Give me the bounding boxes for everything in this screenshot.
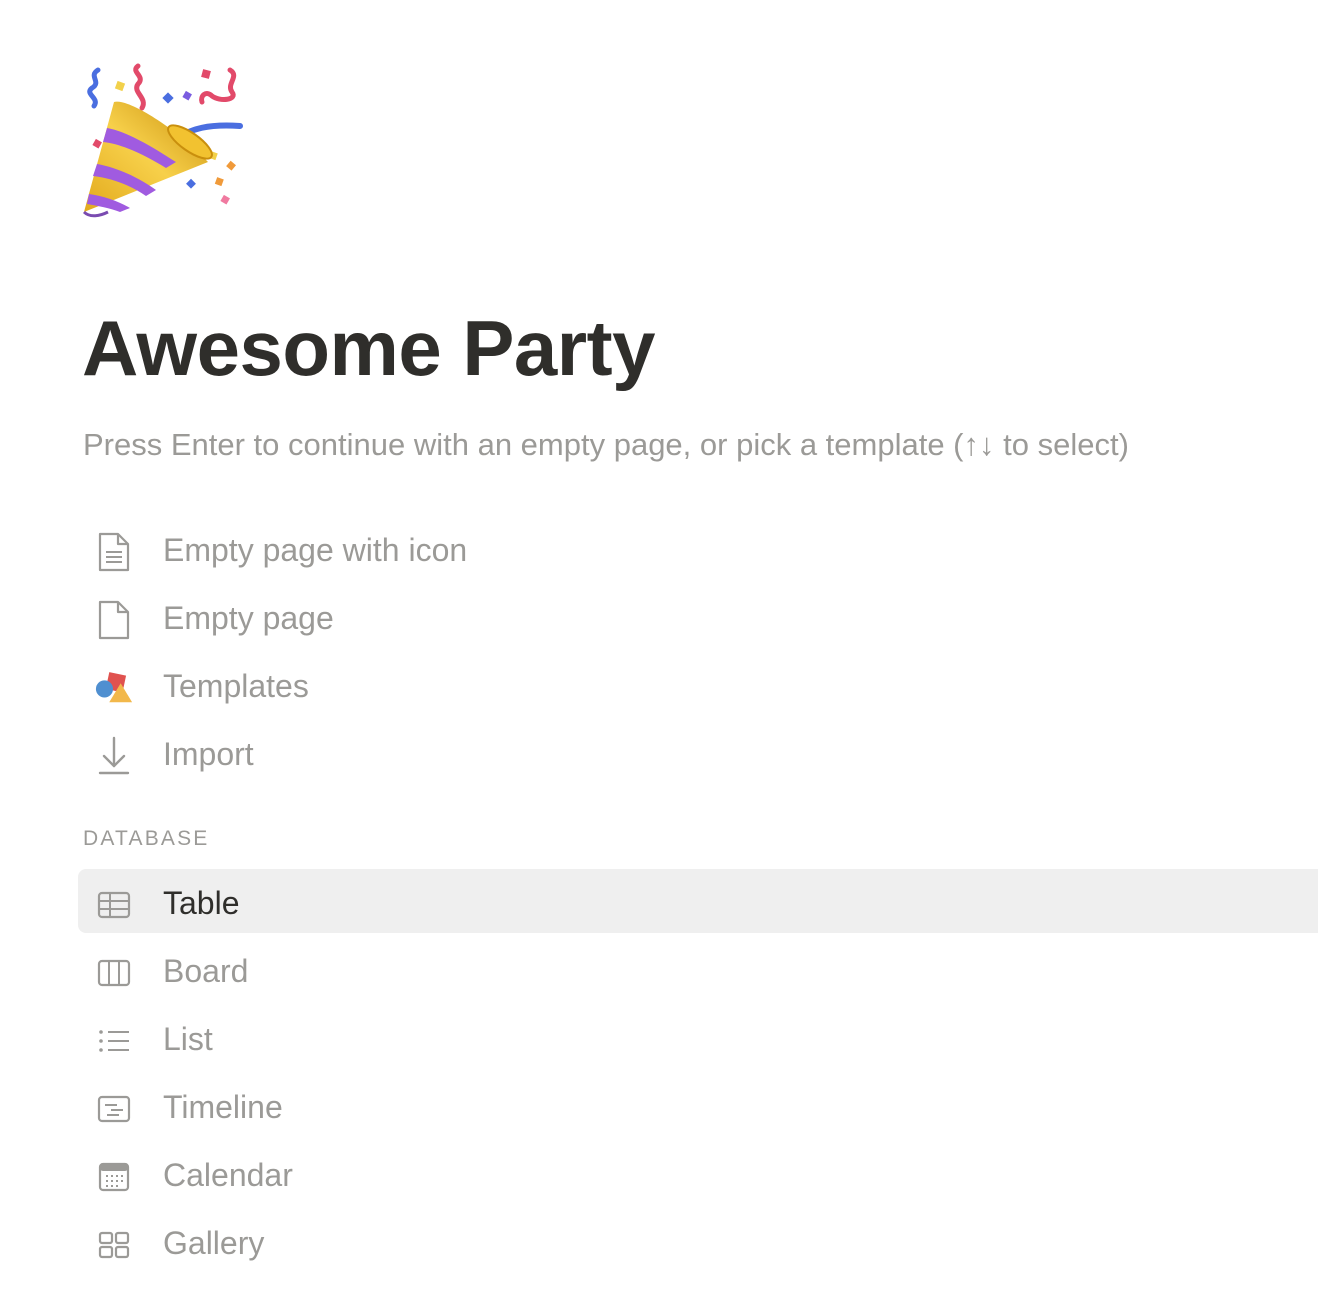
option-label: Empty page <box>163 600 334 636</box>
download-arrow-icon <box>94 736 134 776</box>
gallery-grid-icon <box>94 1225 134 1265</box>
blank-page-icon <box>94 600 134 640</box>
database-option-board[interactable]: Board <box>78 937 1318 1001</box>
option-import[interactable]: Import <box>78 720 1318 784</box>
board-columns-icon <box>94 953 134 993</box>
template-hint: Press Enter to continue with an empty pa… <box>83 427 1129 462</box>
option-templates[interactable]: Templates <box>78 652 1318 716</box>
database-option-table[interactable]: Table <box>78 869 1318 933</box>
database-section-label: DATABASE <box>83 827 210 850</box>
table-icon <box>94 885 134 925</box>
database-option-label: List <box>163 1021 213 1057</box>
database-options-menu: Table Board List Timeline Calendar Galle… <box>78 869 1318 1277</box>
database-option-label: Table <box>163 885 240 921</box>
database-option-calendar[interactable]: Calendar <box>78 1141 1318 1205</box>
option-empty-page-with-icon[interactable]: Empty page with icon <box>78 516 1318 580</box>
timeline-icon <box>94 1089 134 1129</box>
database-option-label: Gallery <box>163 1225 265 1261</box>
database-option-timeline[interactable]: Timeline <box>78 1073 1318 1137</box>
database-option-gallery[interactable]: Gallery <box>78 1209 1318 1273</box>
option-label: Import <box>163 736 254 772</box>
page-title[interactable]: Awesome Party <box>82 300 656 396</box>
database-option-list[interactable]: List <box>78 1005 1318 1069</box>
database-option-label: Timeline <box>163 1089 283 1125</box>
party-popper-icon[interactable] <box>80 62 244 226</box>
option-empty-page[interactable]: Empty page <box>78 584 1318 648</box>
option-label: Templates <box>163 668 309 704</box>
page-options-menu: Empty page with icon Empty page Template… <box>78 516 1318 788</box>
database-option-label: Board <box>163 953 249 989</box>
new-page-editor: Awesome Party Press Enter to continue wi… <box>0 0 1318 1304</box>
calendar-icon <box>94 1157 134 1197</box>
option-label: Empty page with icon <box>163 532 468 568</box>
page-with-lines-icon <box>94 532 134 572</box>
shapes-icon <box>94 668 134 708</box>
database-option-label: Calendar <box>163 1157 293 1193</box>
list-icon <box>94 1021 134 1061</box>
